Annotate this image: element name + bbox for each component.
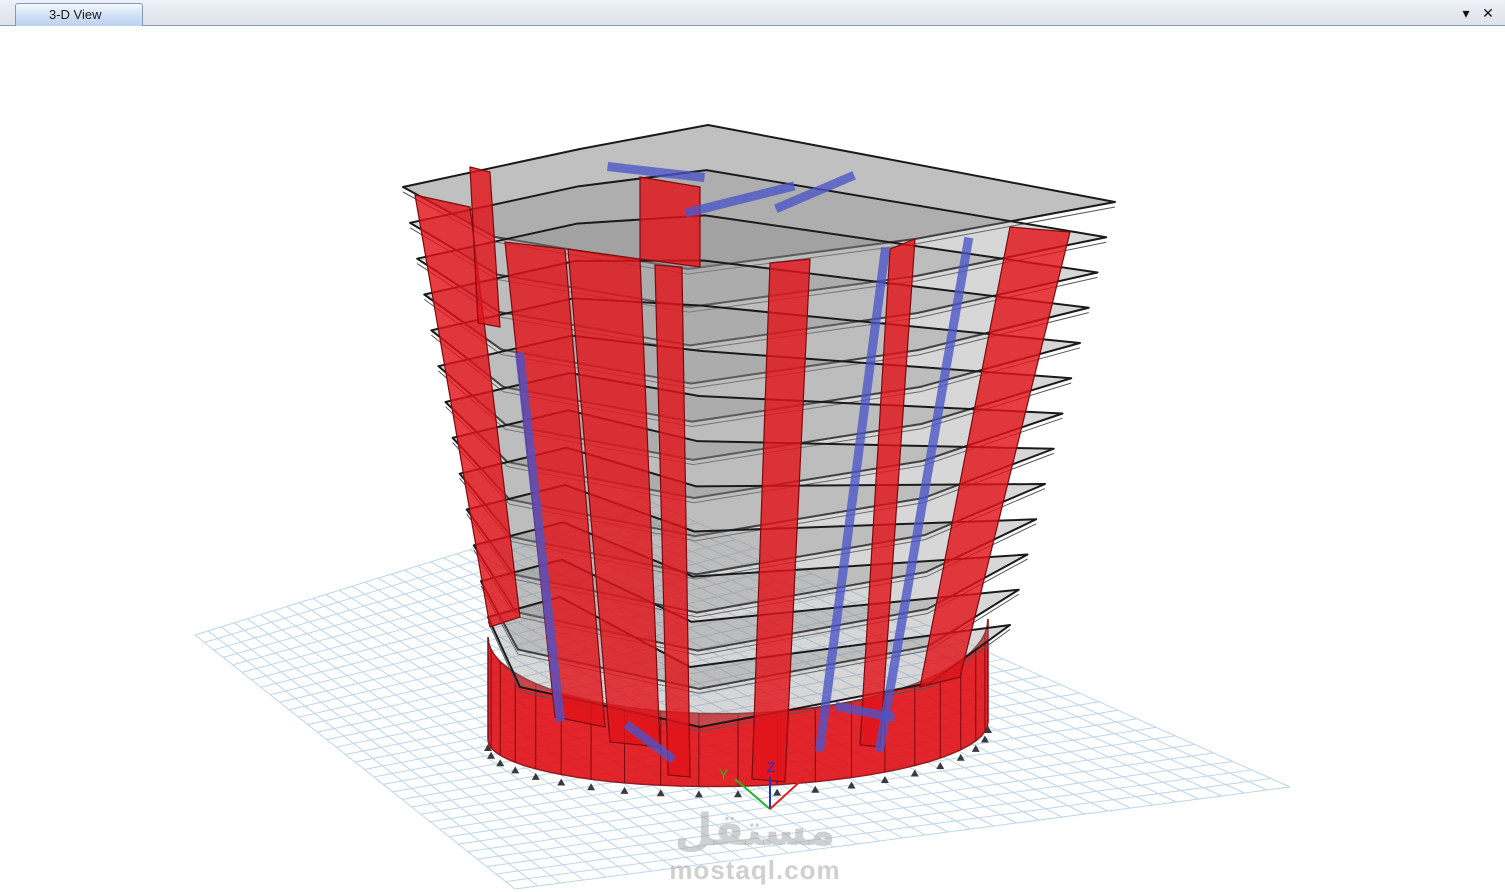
- support-symbol: [694, 790, 703, 798]
- grid-line: [505, 777, 1271, 883]
- window-controls: ▾ ✕: [1459, 4, 1495, 22]
- 3d-model-viewport[interactable]: Y Z X مستقل mostaql.com: [0, 27, 1505, 892]
- grid-line: [496, 769, 1252, 875]
- support-symbol: [773, 788, 782, 796]
- watermark: مستقل mostaql.com: [640, 805, 870, 886]
- watermark-logo: مستقل: [674, 805, 836, 856]
- close-icon[interactable]: ✕: [1481, 5, 1495, 21]
- application-window: 3-D View ▾ ✕ Y Z X مستقل mostaql.com: [0, 0, 1505, 892]
- support-symbol: [811, 785, 820, 793]
- support-symbol: [971, 744, 980, 752]
- support-symbol: [910, 769, 919, 777]
- dropdown-arrow-icon[interactable]: ▾: [1459, 5, 1473, 21]
- support-symbol: [936, 762, 945, 770]
- shear-wall: [639, 176, 701, 268]
- x-axis-label: X: [806, 766, 816, 782]
- watermark-url: mostaql.com: [669, 855, 841, 885]
- building-model-svg[interactable]: Y Z X: [0, 27, 1505, 892]
- y-axis-label: Y: [719, 766, 729, 782]
- tab-3d-view[interactable]: 3-D View: [15, 3, 143, 26]
- view-tab-bar: 3-D View ▾ ✕: [0, 0, 1505, 26]
- z-axis-label: Z: [767, 759, 776, 775]
- grid-line: [514, 786, 1291, 890]
